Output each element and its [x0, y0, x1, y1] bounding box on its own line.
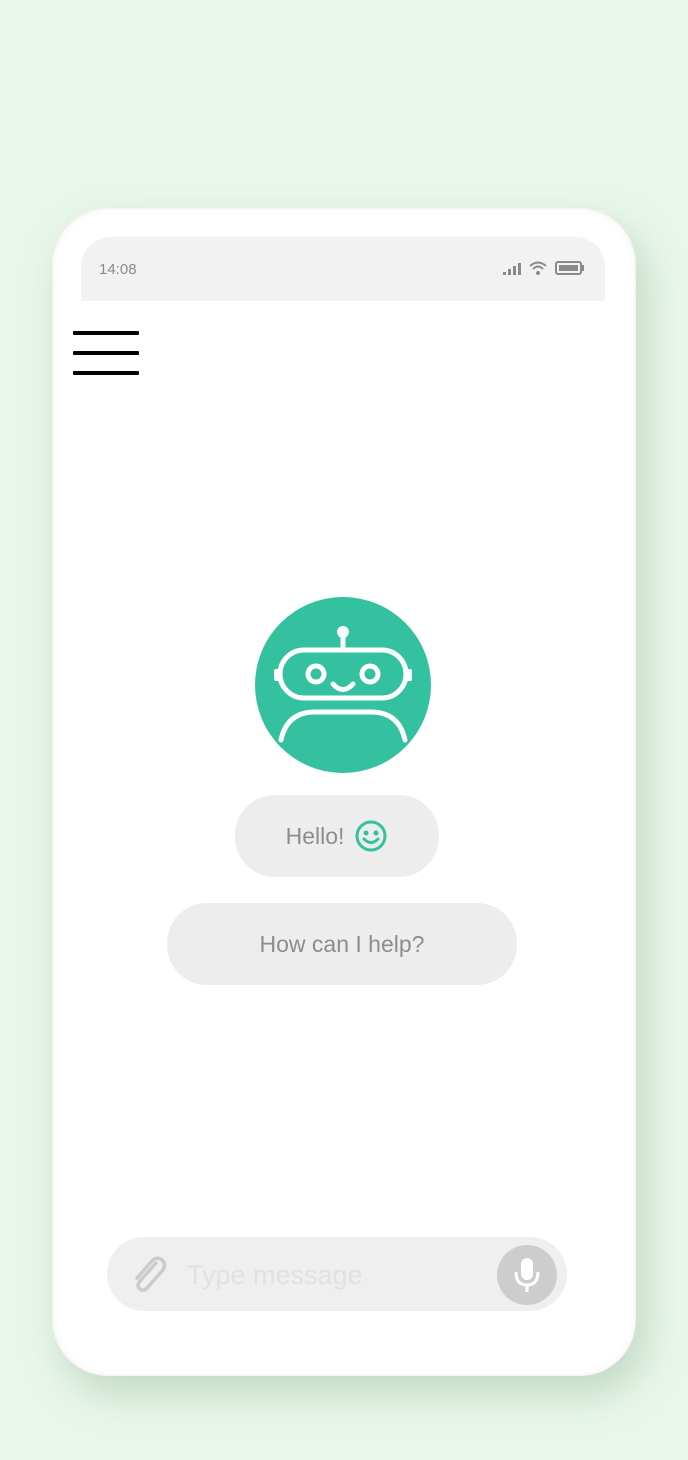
bot-message-text: Hello!: [285, 822, 345, 849]
signal-icon: [503, 262, 521, 280]
message-composer: [107, 1237, 567, 1311]
robot-icon: [255, 597, 431, 773]
message-input[interactable]: [187, 1255, 487, 1295]
status-icons: [503, 261, 585, 280]
bot-message-help: How can I help?: [167, 903, 517, 985]
paperclip-icon[interactable]: [125, 1251, 171, 1302]
status-time: 14:08: [99, 261, 137, 278]
status-bar: 14:08: [81, 237, 605, 301]
phone-frame: 14:08 Hello! How can I help? Type messag…: [52, 208, 636, 1376]
hamburger-menu-icon[interactable]: [73, 329, 141, 379]
bot-message-text: How can I help?: [259, 930, 425, 957]
smiley-icon: [354, 819, 388, 853]
microphone-icon[interactable]: [497, 1245, 557, 1305]
bot-message-hello: Hello!: [235, 795, 439, 877]
wifi-icon: [529, 261, 547, 280]
battery-icon: [555, 261, 585, 280]
